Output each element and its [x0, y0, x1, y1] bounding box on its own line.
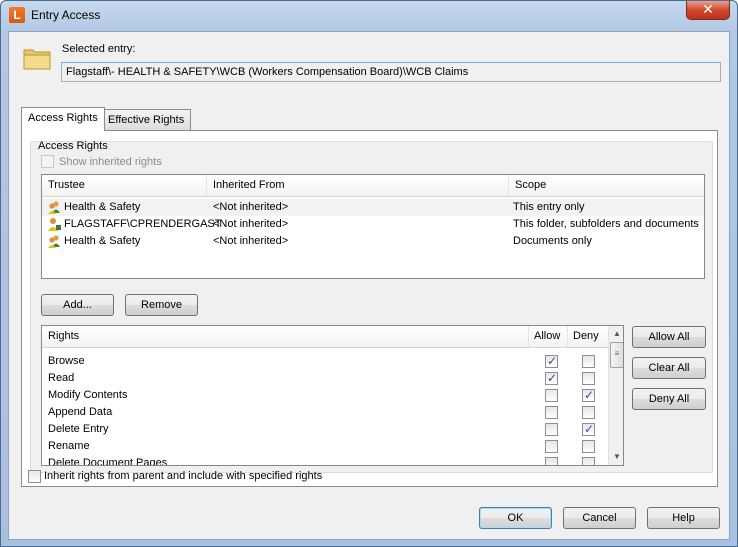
trustee-name: FLAGSTAFF\CPRENDERGAST	[64, 218, 222, 230]
scroll-down-arrow-icon[interactable]: ▼	[609, 449, 623, 465]
allow-checkbox[interactable]	[545, 440, 558, 453]
access-rights-group: Access Rights Show inherited rights Trus…	[30, 140, 713, 473]
rights-row[interactable]: Read	[42, 370, 608, 387]
column-header-scope[interactable]: Scope	[509, 175, 704, 197]
allow-checkbox[interactable]	[545, 457, 558, 465]
access-rights-group-label: Access Rights	[38, 140, 108, 152]
selected-entry-label: Selected entry:	[62, 43, 136, 55]
scroll-thumb[interactable]: ≡	[610, 342, 623, 368]
trustee-inherited-from: <Not inherited>	[213, 235, 289, 247]
app-logo-icon: L	[9, 7, 25, 23]
folder-icon	[23, 49, 51, 70]
right-name: Browse	[48, 355, 85, 367]
allow-all-button[interactable]: Allow All	[632, 326, 706, 348]
clear-all-button[interactable]: Clear All	[632, 357, 706, 379]
group-icon	[48, 235, 60, 248]
column-header-trustee[interactable]: Trustee	[42, 175, 207, 197]
ok-button[interactable]: OK	[479, 507, 552, 529]
help-button[interactable]: Help	[647, 507, 720, 529]
deny-checkbox[interactable]	[582, 387, 595, 404]
rights-row[interactable]: Delete Document Pages	[42, 455, 608, 466]
allow-checkbox[interactable]	[545, 370, 558, 387]
column-header-inherited-from[interactable]: Inherited From	[207, 175, 509, 197]
tab-effective-rights[interactable]: Effective Rights	[101, 109, 192, 131]
inherit-rights-checkbox[interactable]	[28, 470, 41, 483]
right-name: Delete Document Pages	[48, 457, 168, 466]
trustee-scope: This folder, subfolders and documents	[513, 218, 699, 230]
right-name: Modify Contents	[48, 389, 128, 401]
scroll-up-arrow-icon[interactable]: ▲	[609, 326, 623, 342]
allow-checkbox[interactable]	[545, 389, 558, 402]
right-name: Delete Entry	[48, 423, 109, 435]
trustee-scope: This entry only	[513, 201, 585, 213]
trustee-row[interactable]: Health & Safety <Not inherited> This ent…	[42, 199, 704, 216]
deny-checkbox[interactable]	[582, 372, 595, 385]
right-name: Append Data	[48, 406, 113, 418]
rights-row[interactable]: Browse	[42, 353, 608, 370]
deny-all-button[interactable]: Deny All	[632, 388, 706, 410]
window-title: Entry Access	[31, 8, 101, 22]
rights-row[interactable]: Append Data	[42, 404, 608, 421]
allow-checkbox[interactable]	[545, 423, 558, 436]
rights-table: Rights Allow Deny Browse Read Modify	[41, 325, 624, 466]
access-rights-panel: Access Rights Show inherited rights Trus…	[21, 130, 718, 487]
user-icon	[48, 218, 61, 231]
trustee-inherited-from: <Not inherited>	[213, 201, 289, 213]
deny-checkbox[interactable]	[582, 440, 595, 453]
trustee-name: Health & Safety	[64, 201, 141, 213]
selected-entry-field[interactable]: Flagstaff\- HEALTH & SAFETY\WCB (Workers…	[61, 62, 721, 82]
cancel-button[interactable]: Cancel	[563, 507, 636, 529]
allow-checkbox[interactable]	[545, 406, 558, 419]
add-button[interactable]: Add...	[41, 294, 114, 316]
deny-checkbox[interactable]	[582, 406, 595, 419]
trustee-row[interactable]: Health & Safety <Not inherited> Document…	[42, 233, 704, 250]
entry-access-window: L Entry Access ✕ Selected entry: Flagsta…	[0, 0, 738, 547]
rights-row[interactable]: Rename	[42, 438, 608, 455]
close-button[interactable]: ✕	[686, 1, 730, 20]
column-header-deny[interactable]: Deny	[568, 326, 608, 348]
deny-checkbox[interactable]	[582, 355, 595, 368]
rights-row[interactable]: Modify Contents	[42, 387, 608, 404]
column-header-allow[interactable]: Allow	[529, 326, 568, 348]
allow-checkbox[interactable]	[545, 353, 558, 370]
dialog-body: Selected entry: Flagstaff\- HEALTH & SAF…	[8, 31, 730, 540]
deny-checkbox[interactable]	[582, 421, 595, 438]
inherit-rights-label: Inherit rights from parent and include w…	[44, 470, 323, 482]
column-header-rights[interactable]: Rights	[42, 326, 529, 348]
rights-row[interactable]: Delete Entry	[42, 421, 608, 438]
group-icon	[48, 201, 60, 214]
tab-access-rights[interactable]: Access Rights	[21, 107, 105, 131]
trustee-table: Trustee Inherited From Scope Health & Sa…	[41, 174, 705, 279]
deny-checkbox[interactable]	[582, 457, 595, 465]
show-inherited-checkbox[interactable]	[41, 155, 54, 168]
trustee-scope: Documents only	[513, 235, 592, 247]
show-inherited-label: Show inherited rights	[59, 156, 162, 168]
remove-button[interactable]: Remove	[125, 294, 198, 316]
right-name: Rename	[48, 440, 90, 452]
right-name: Read	[48, 372, 75, 384]
title-bar[interactable]: L Entry Access ✕	[1, 1, 737, 31]
trustee-name: Health & Safety	[64, 235, 141, 247]
trustee-row[interactable]: FLAGSTAFF\CPRENDERGAST <Not inherited> T…	[42, 216, 704, 233]
rights-scrollbar[interactable]: ▲ ≡ ▼	[608, 326, 623, 465]
trustee-inherited-from: <Not inherited>	[213, 218, 289, 230]
